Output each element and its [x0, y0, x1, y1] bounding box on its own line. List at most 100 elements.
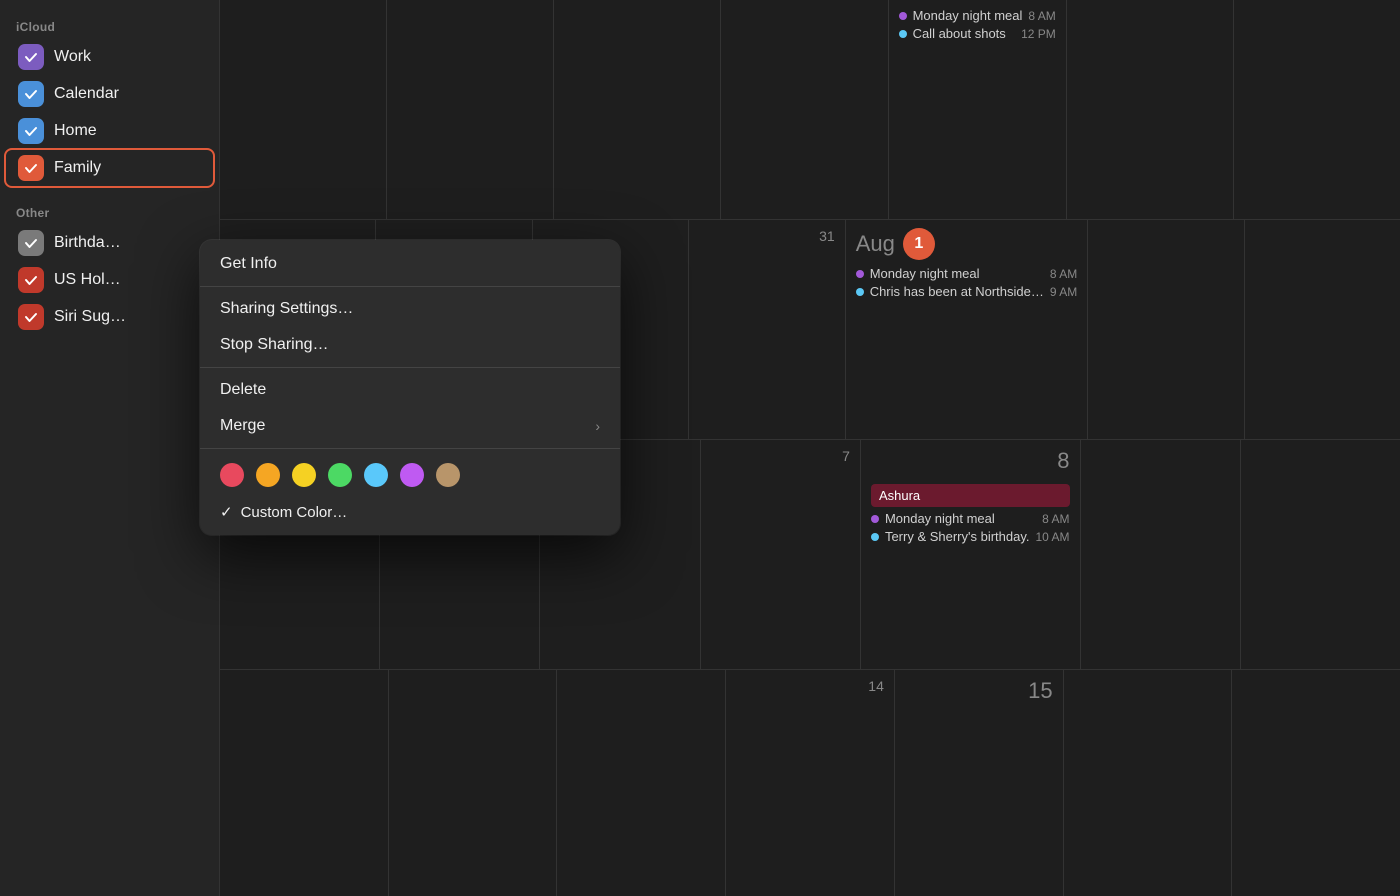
cell-r3c6 — [1081, 440, 1241, 669]
date-14: 14 — [736, 678, 884, 694]
event-dot-blue — [871, 533, 879, 541]
separator-2 — [200, 367, 620, 368]
date-7: 7 — [711, 448, 850, 464]
cell-r1c6 — [1067, 0, 1234, 219]
event-time: 12 PM — [1021, 27, 1056, 41]
family-checkbox[interactable] — [18, 155, 44, 181]
context-menu-delete[interactable]: Delete — [200, 372, 620, 408]
event-monday-night-3[interactable]: Monday night meal 8 AM — [871, 511, 1070, 526]
event-time: 10 AM — [1036, 530, 1070, 544]
cell-r4c4: 14 — [726, 670, 895, 896]
event-dot-blue — [899, 30, 907, 38]
cell-r1c3 — [554, 0, 721, 219]
event-ashura[interactable]: Ashura — [871, 484, 1070, 507]
context-menu-overlay: Get Info Sharing Settings… Stop Sharing…… — [200, 240, 620, 535]
cell-r4c7 — [1232, 670, 1400, 896]
cell-r1c2 — [387, 0, 554, 219]
aug-month-label: Aug — [856, 231, 895, 257]
event-text: Monday night meal — [885, 511, 1036, 526]
sidebar-item-us-holidays[interactable]: US Hol… — [6, 262, 213, 298]
event-time: 9 AM — [1050, 285, 1077, 299]
context-menu-get-info[interactable]: Get Info — [200, 246, 620, 282]
event-monday-night-2[interactable]: Monday night meal 8 AM — [856, 266, 1078, 281]
home-label: Home — [54, 122, 97, 140]
calendar-label: Calendar — [54, 85, 119, 103]
sidebar-item-work[interactable]: Work — [6, 39, 213, 75]
event-text: Chris has been at Northside… — [870, 284, 1044, 299]
cell-r4c3 — [557, 670, 726, 896]
color-orange[interactable] — [256, 463, 280, 487]
event-time: 8 AM — [1042, 512, 1069, 526]
date-8: 8 — [1057, 448, 1069, 474]
sidebar: iCloud Work Calendar Home — [0, 0, 220, 896]
work-checkbox[interactable] — [18, 44, 44, 70]
color-yellow[interactable] — [292, 463, 316, 487]
cell-r1c5: Monday night meal 8 AM Call about shots … — [889, 0, 1067, 219]
siri-checkbox[interactable] — [18, 304, 44, 330]
calendar-checkbox[interactable] — [18, 81, 44, 107]
cell-r3c4: 7 — [701, 440, 861, 669]
birthdays-label: Birthda… — [54, 234, 121, 252]
sidebar-item-calendar[interactable]: Calendar — [6, 76, 213, 112]
color-purple[interactable] — [400, 463, 424, 487]
context-menu-stop-sharing[interactable]: Stop Sharing… — [200, 327, 620, 363]
cell-r4c5: 15 — [895, 670, 1064, 896]
us-holidays-label: US Hol… — [54, 271, 121, 289]
separator-1 — [200, 286, 620, 287]
event-text: Terry & Sherry's birthday. — [885, 529, 1030, 544]
context-menu-sharing-settings[interactable]: Sharing Settings… — [200, 291, 620, 327]
context-menu-merge[interactable]: Merge › — [200, 408, 620, 444]
calendar-row-4: 14 15 — [220, 670, 1400, 896]
birthdays-checkbox[interactable] — [18, 230, 44, 256]
event-time: 8 AM — [1028, 9, 1055, 23]
work-label: Work — [54, 48, 91, 66]
event-monday-night-1[interactable]: Monday night meal 8 AM — [899, 8, 1056, 23]
event-dot-purple — [899, 12, 907, 20]
other-section-label: Other — [0, 198, 219, 224]
event-text: Monday night meal — [913, 8, 1023, 23]
cell-r1c4 — [721, 0, 888, 219]
date-31: 31 — [699, 228, 834, 244]
event-chris-northside[interactable]: Chris has been at Northside… 9 AM — [856, 284, 1078, 299]
color-picker-row — [200, 453, 620, 497]
sidebar-item-birthdays[interactable]: Birthda… — [6, 225, 213, 261]
merge-arrow-icon: › — [595, 418, 600, 434]
cell-r1c7 — [1234, 0, 1400, 219]
cell-r3c5: 8 Ashura Monday night meal 8 AM Terry & … — [861, 440, 1081, 669]
context-menu: Get Info Sharing Settings… Stop Sharing…… — [200, 240, 620, 535]
calendar-row-1: Monday night meal 8 AM Call about shots … — [220, 0, 1400, 220]
sidebar-item-home[interactable]: Home — [6, 113, 213, 149]
cell-r2c4: 31 — [689, 220, 845, 439]
event-text: Call about shots — [913, 26, 1016, 41]
color-green[interactable] — [328, 463, 352, 487]
color-tan[interactable] — [436, 463, 460, 487]
event-terry-sherry[interactable]: Terry & Sherry's birthday. 10 AM — [871, 529, 1070, 544]
color-blue[interactable] — [364, 463, 388, 487]
cell-r2c5: Aug 1 Monday night meal 8 AM Chris has b… — [846, 220, 1089, 439]
event-dot-purple — [856, 270, 864, 278]
us-holidays-checkbox[interactable] — [18, 267, 44, 293]
siri-label: Siri Sug… — [54, 308, 126, 326]
aug-1-badge: 1 — [903, 228, 935, 260]
cell-r1c1 — [220, 0, 387, 219]
cell-r4c2 — [389, 670, 558, 896]
event-time: 8 AM — [1050, 267, 1077, 281]
home-checkbox[interactable] — [18, 118, 44, 144]
event-call-shots[interactable]: Call about shots 12 PM — [899, 26, 1056, 41]
sidebar-item-siri-suggestions[interactable]: Siri Sug… — [6, 299, 213, 335]
cell-r4c1 — [220, 670, 389, 896]
context-menu-custom-color[interactable]: ✓ Custom Color… — [200, 497, 620, 529]
separator-3 — [200, 448, 620, 449]
custom-color-checkmark: ✓ — [220, 503, 233, 521]
event-text: Monday night meal — [870, 266, 1044, 281]
aug-date-header: Aug 1 — [856, 228, 1078, 260]
event-dot-blue — [856, 288, 864, 296]
icloud-section-label: iCloud — [0, 12, 219, 38]
cell-r4c6 — [1064, 670, 1233, 896]
event-dot-purple — [871, 515, 879, 523]
sidebar-item-family[interactable]: Family — [6, 150, 213, 186]
cell-r2c7 — [1245, 220, 1400, 439]
date-15: 15 — [1028, 678, 1052, 703]
cell-r2c6 — [1088, 220, 1244, 439]
color-red[interactable] — [220, 463, 244, 487]
